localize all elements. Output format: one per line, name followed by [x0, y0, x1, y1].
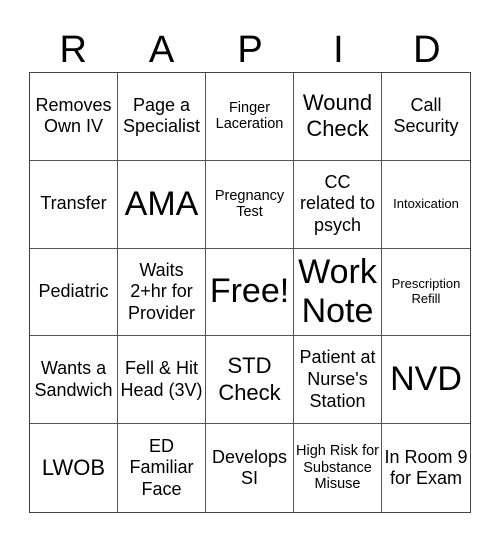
header-letter-d: D: [413, 29, 441, 71]
bingo-cell[interactable]: Call Security: [382, 73, 470, 161]
bingo-cell[interactable]: Intoxication: [382, 161, 470, 249]
bingo-cell[interactable]: Page a Specialist: [118, 73, 206, 161]
cell-text: Prescription Refill: [391, 276, 461, 306]
cell-text: Work Note: [298, 252, 377, 330]
cell-text: ED Familiar Face: [129, 435, 194, 499]
bingo-cell[interactable]: Develops SI: [206, 424, 294, 512]
bingo-cell[interactable]: STD Check: [206, 336, 294, 425]
header-letter-a: A: [148, 29, 175, 71]
cell-text: Fell & Hit Head (3V): [120, 358, 203, 400]
cell-text: Page a Specialist: [122, 94, 201, 137]
header-letter-p: P: [237, 29, 263, 71]
bingo-cell[interactable]: Wants a Sandwich: [30, 336, 118, 425]
bingo-cell[interactable]: Wound Check: [294, 73, 382, 161]
bingo-cell[interactable]: Prescription Refill: [382, 249, 470, 337]
cell-text: High Risk for Substance Misuse: [296, 443, 379, 493]
cell-text: Wants a Sandwich: [34, 358, 113, 400]
cell-text: Removes Own IV: [35, 94, 112, 137]
bingo-cell[interactable]: Pediatric: [30, 248, 118, 337]
cell-text: Intoxication: [393, 195, 459, 211]
bingo-cell[interactable]: Removes Own IV: [30, 73, 118, 161]
cell-text: AMA: [124, 184, 199, 223]
cell-text: Develops SI: [211, 446, 288, 489]
free-space-cell[interactable]: Free!: [206, 248, 294, 337]
bingo-cell[interactable]: Pregnancy Test: [206, 160, 294, 249]
cell-text: Transfer: [40, 193, 107, 214]
cell-text: STD Check: [218, 353, 281, 405]
bingo-cell[interactable]: AMA: [118, 160, 206, 249]
cell-text: Pregnancy Test: [214, 187, 285, 221]
bingo-cell[interactable]: NVD: [382, 336, 470, 425]
bingo-cell[interactable]: LWOB: [30, 424, 118, 512]
bingo-cell[interactable]: Finger Laceration: [206, 73, 294, 161]
bingo-card-grid: Removes Own IV Page a Specialist Finger …: [29, 72, 471, 513]
cell-text: Pediatric: [38, 281, 109, 302]
cell-text: NVD: [390, 360, 462, 399]
cell-text: Finger Laceration: [215, 99, 284, 133]
bingo-header: R A P I D: [29, 28, 471, 72]
bingo-cell[interactable]: CC related to psych: [294, 160, 382, 249]
cell-text: Wound Check: [302, 90, 373, 142]
header-letter-i: I: [333, 29, 344, 71]
bingo-cell[interactable]: High Risk for Substance Misuse: [294, 424, 382, 512]
bingo-cell[interactable]: Patient at Nurse's Station: [294, 336, 382, 425]
bingo-cell[interactable]: Fell & Hit Head (3V): [118, 336, 206, 425]
cell-text: Free!: [209, 272, 290, 311]
bingo-cell[interactable]: Transfer: [30, 160, 118, 249]
header-letter-r: R: [59, 29, 87, 71]
cell-text: In Room 9 for Exam: [384, 446, 468, 489]
bingo-cell[interactable]: ED Familiar Face: [118, 424, 206, 512]
bingo-cell[interactable]: Work Note: [294, 248, 382, 337]
cell-text: Call Security: [393, 94, 459, 137]
cell-text: LWOB: [41, 454, 106, 480]
cell-text: CC related to psych: [299, 171, 376, 235]
bingo-cell[interactable]: In Room 9 for Exam: [382, 424, 470, 512]
bingo-cell[interactable]: Waits 2+hr for Provider: [118, 248, 206, 337]
cell-text: Patient at Nurse's Station: [299, 347, 376, 411]
cell-text: Waits 2+hr for Provider: [127, 259, 196, 323]
